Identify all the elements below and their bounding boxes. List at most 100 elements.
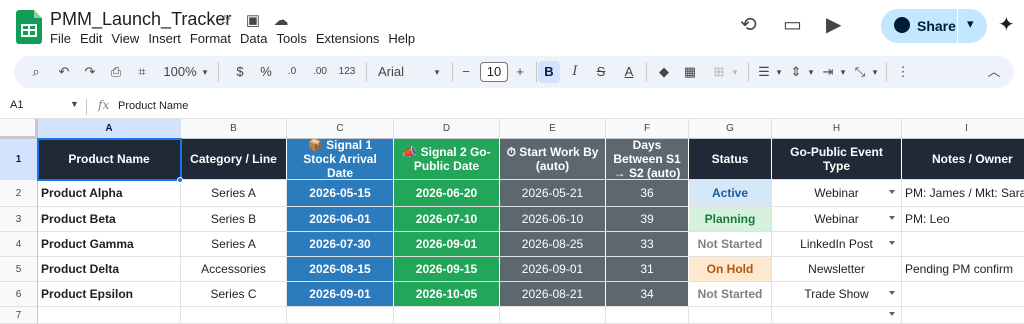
chevron-down-icon[interactable]: ▾	[200, 56, 210, 88]
paint-format-icon[interactable]: ⌗	[132, 56, 152, 88]
share-button[interactable]: Share ▾	[881, 9, 987, 43]
print-icon[interactable]: ⎙	[106, 56, 126, 88]
cell-empty[interactable]	[38, 307, 181, 324]
font-size-input[interactable]: 10	[480, 62, 508, 82]
star-icon[interactable]: ☆	[216, 11, 234, 29]
row-header-4[interactable]: 4	[0, 232, 38, 257]
row-header-6[interactable]: 6	[0, 282, 38, 307]
cell-category[interactable]: Series A	[181, 180, 287, 207]
undo-icon[interactable]: ↶	[54, 56, 74, 88]
cell-days-between[interactable]: 36	[606, 180, 689, 207]
cell-days-between[interactable]: 34	[606, 282, 689, 307]
column-header-h[interactable]: H	[772, 119, 902, 139]
menu-format[interactable]: Format	[190, 31, 237, 46]
search-menus-icon[interactable]: ⌕	[26, 56, 46, 88]
column-header-d[interactable]: D	[394, 119, 500, 139]
chevron-down-icon[interactable]: ▾	[432, 56, 442, 88]
increase-font-size-button[interactable]: +	[512, 56, 528, 88]
italic-icon[interactable]: I	[566, 56, 584, 88]
decrease-font-size-button[interactable]: −	[458, 56, 474, 88]
cell-product-name[interactable]: Product Beta	[38, 207, 181, 232]
menu-help[interactable]: Help	[388, 31, 421, 46]
fill-color-icon[interactable]: ◆	[654, 56, 674, 88]
cell-empty[interactable]	[500, 307, 606, 324]
strikethrough-icon[interactable]: S	[592, 56, 610, 88]
decrease-decimal-button[interactable]: .0	[282, 56, 302, 88]
cell-signal2-date[interactable]: 2026-06-20	[394, 180, 500, 207]
meet-icon[interactable]: ▶	[826, 12, 841, 37]
cell-notes-owner[interactable]	[902, 282, 1024, 307]
header-category-line[interactable]: Category / Line	[181, 139, 287, 180]
text-wrapping-icon[interactable]: ⇥	[818, 56, 838, 88]
column-header-c[interactable]: C	[287, 119, 394, 139]
menu-data[interactable]: Data	[240, 31, 273, 46]
merge-cells-icon[interactable]: ⊞	[708, 56, 730, 88]
column-header-b[interactable]: B	[181, 119, 287, 139]
chevron-down-icon[interactable]: ▾	[774, 56, 784, 88]
more-formats-button[interactable]: 123	[336, 56, 358, 88]
cell-category[interactable]: Accessories	[181, 257, 287, 282]
cell-start-work-by[interactable]: 2026-05-21	[500, 180, 606, 207]
menu-extensions[interactable]: Extensions	[316, 31, 386, 46]
cell-status[interactable]: On Hold	[689, 257, 772, 282]
move-folder-icon[interactable]: ▣	[244, 11, 262, 29]
dropdown-chevron-icon[interactable]	[889, 291, 895, 295]
chevron-down-icon[interactable]: ▼	[70, 99, 79, 109]
row-header-5[interactable]: 5	[0, 257, 38, 282]
cell-product-name[interactable]: Product Gamma	[38, 232, 181, 257]
chevron-up-icon[interactable]: ︿	[984, 56, 1004, 88]
column-header-e[interactable]: E	[500, 119, 606, 139]
chevron-down-icon[interactable]: ▾	[870, 56, 880, 88]
chevron-down-icon[interactable]: ▾	[806, 56, 816, 88]
cell-signal1-date[interactable]: 2026-06-01	[287, 207, 394, 232]
menu-edit[interactable]: Edit	[80, 31, 108, 46]
dropdown-chevron-icon[interactable]	[889, 312, 895, 316]
cell-signal2-date[interactable]: 2026-07-10	[394, 207, 500, 232]
row-header-7[interactable]: 7	[0, 307, 38, 324]
cell-status[interactable]: Active	[689, 180, 772, 207]
cell-notes-owner[interactable]: PM: Leo	[902, 207, 1024, 232]
header-notes-owner[interactable]: Notes / Owner	[902, 139, 1024, 180]
cell-signal1-date[interactable]: 2026-05-15	[287, 180, 394, 207]
dropdown-chevron-icon[interactable]	[889, 216, 895, 220]
cell-empty[interactable]	[287, 307, 394, 324]
cell-event-type[interactable]: LinkedIn Post	[772, 232, 902, 257]
cell-product-name[interactable]: Product Epsilon	[38, 282, 181, 307]
cell-start-work-by[interactable]: 2026-08-25	[500, 232, 606, 257]
chevron-down-icon[interactable]: ▾	[967, 16, 974, 32]
cell-product-name[interactable]: Product Alpha	[38, 180, 181, 207]
header-status[interactable]: Status	[689, 139, 772, 180]
horizontal-align-icon[interactable]: ☰	[754, 56, 774, 88]
menu-insert[interactable]: Insert	[148, 31, 187, 46]
cell-status[interactable]: Not Started	[689, 232, 772, 257]
cell-empty[interactable]	[181, 307, 287, 324]
menu-tools[interactable]: Tools	[276, 31, 312, 46]
name-box[interactable]: A1	[10, 99, 23, 111]
menu-view[interactable]: View	[111, 31, 145, 46]
header-days-between[interactable]: Days Between S1 → S2 (auto)	[606, 139, 689, 180]
cell-start-work-by[interactable]: 2026-08-21	[500, 282, 606, 307]
row-header-3[interactable]: 3	[0, 207, 38, 232]
currency-format-button[interactable]: $	[232, 56, 248, 88]
more-options-icon[interactable]: ⋮	[896, 56, 910, 88]
column-header-i[interactable]: I	[902, 119, 1024, 139]
cell-notes-owner[interactable]	[902, 232, 1024, 257]
cell-category[interactable]: Series B	[181, 207, 287, 232]
cell-days-between[interactable]: 31	[606, 257, 689, 282]
cell-empty[interactable]	[606, 307, 689, 324]
text-color-icon[interactable]: A	[620, 56, 638, 88]
chevron-down-icon[interactable]: ▾	[838, 56, 848, 88]
cell-empty[interactable]	[394, 307, 500, 324]
cell-event-type[interactable]: Trade Show	[772, 282, 902, 307]
select-all-corner[interactable]	[0, 119, 38, 139]
cell-event-type[interactable]: Webinar	[772, 207, 902, 232]
document-title[interactable]: PMM_Launch_Tracker	[50, 9, 231, 30]
fill-handle[interactable]	[177, 177, 183, 183]
redo-icon[interactable]: ↷	[80, 56, 100, 88]
chevron-down-icon[interactable]: ▾	[730, 56, 740, 88]
cell-days-between[interactable]: 39	[606, 207, 689, 232]
header-signal2-go-public[interactable]: 📣 Signal 2 Go-Public Date	[394, 139, 500, 180]
cell-days-between[interactable]: 33	[606, 232, 689, 257]
cell-signal2-date[interactable]: 2026-09-01	[394, 232, 500, 257]
sheets-logo-icon[interactable]	[16, 10, 42, 44]
